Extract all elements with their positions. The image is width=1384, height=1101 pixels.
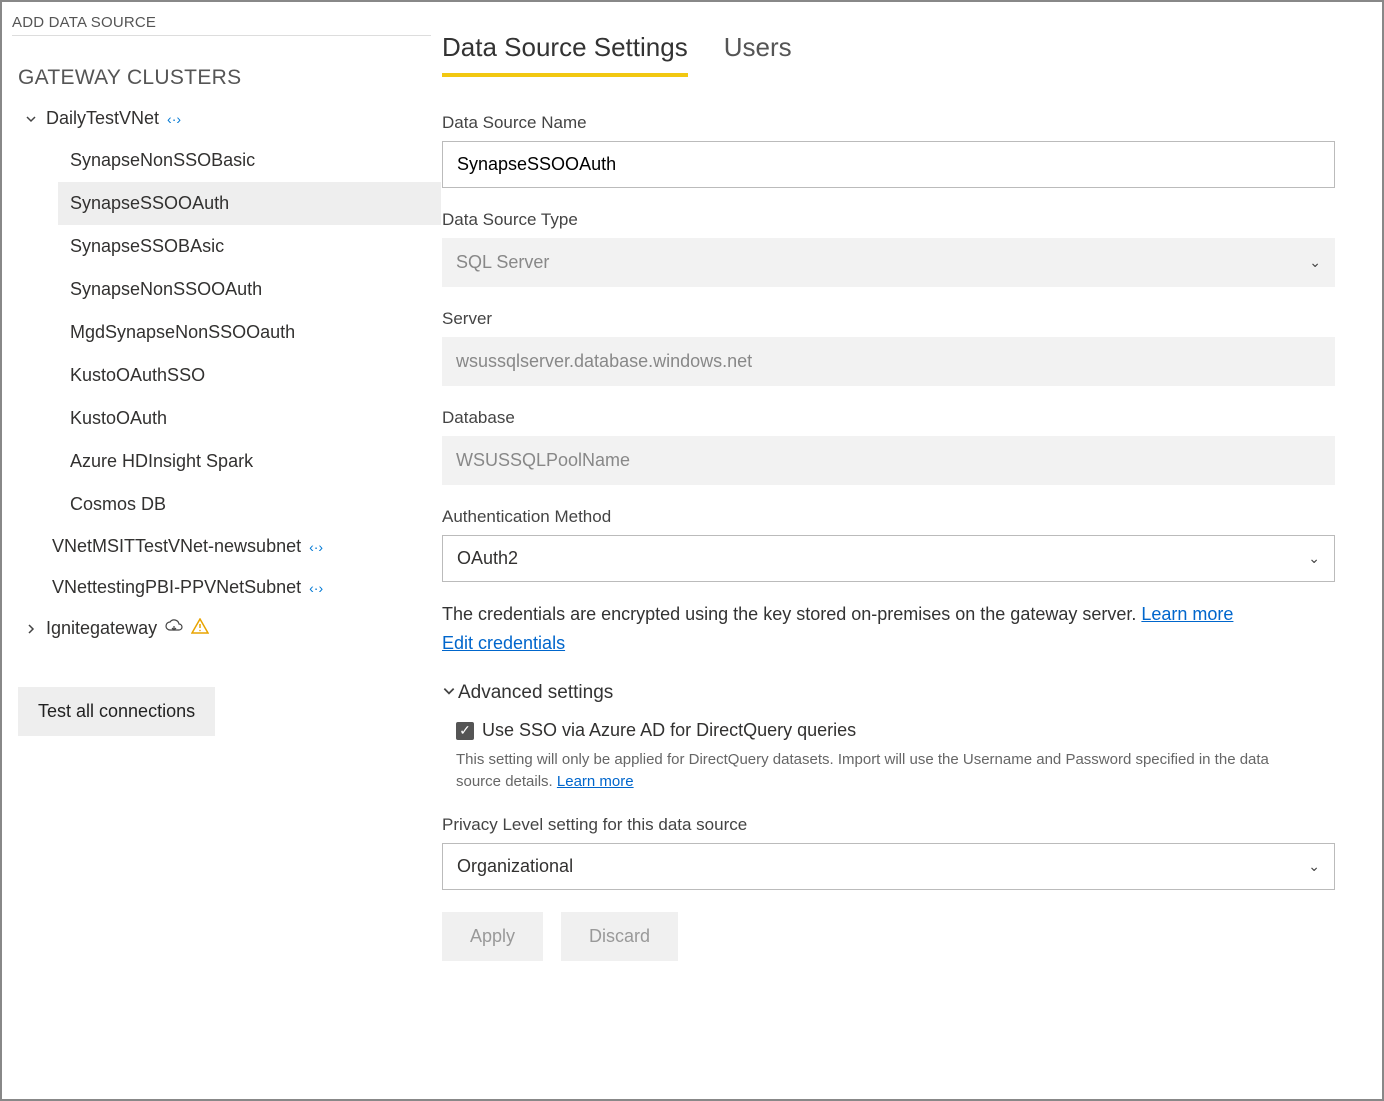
learn-more-link[interactable]: Learn more	[1141, 604, 1233, 624]
encryption-info: The credentials are encrypted using the …	[442, 604, 1354, 625]
sso-help-text: This setting will only be applied for Di…	[442, 749, 1307, 793]
privacy-level-select[interactable]: Organizational ⌄	[442, 843, 1335, 890]
learn-more-link[interactable]: Learn more	[557, 773, 634, 790]
add-data-source-link[interactable]: ADD DATA SOURCE	[2, 10, 441, 33]
chevron-down-icon	[442, 682, 456, 704]
label-server: Server	[442, 309, 1382, 329]
link-icon: ‹·›	[167, 111, 181, 127]
datasource-item[interactable]: SynapseNonSSOOAuth	[58, 268, 441, 311]
chevron-down-icon	[24, 112, 38, 126]
settings-form: Data Source Name Data Source Type SQL Se…	[442, 113, 1382, 961]
datasource-item[interactable]: KustoOAuthSSO	[58, 354, 441, 397]
encryption-text: The credentials are encrypted using the …	[442, 604, 1141, 624]
cluster-tree: DailyTestVNet ‹·› SynapseNonSSOBasic Syn…	[2, 98, 441, 649]
datasource-item[interactable]: Cosmos DB	[58, 483, 441, 526]
link-icon: ‹·›	[309, 539, 323, 555]
server-text: wsussqlserver.database.windows.net	[456, 351, 752, 372]
data-source-name-input[interactable]	[442, 141, 1335, 188]
datasource-item[interactable]: KustoOAuth	[58, 397, 441, 440]
tab-data-source-settings[interactable]: Data Source Settings	[442, 32, 688, 77]
checkbox-checked-icon[interactable]: ✓	[456, 722, 474, 740]
form-buttons: Apply Discard	[442, 912, 1382, 961]
datasource-item[interactable]: Azure HDInsight Spark	[58, 440, 441, 483]
label-auth-method: Authentication Method	[442, 507, 1382, 527]
server-value: wsussqlserver.database.windows.net	[442, 337, 1335, 386]
cluster-dailytestvnet[interactable]: DailyTestVNet ‹·›	[16, 98, 441, 139]
datasource-item-selected[interactable]: SynapseSSOOAuth	[58, 182, 441, 225]
sso-checkbox-label: Use SSO via Azure AD for DirectQuery que…	[482, 720, 856, 741]
advanced-settings-toggle[interactable]: Advanced settings	[442, 682, 1382, 704]
label-data-source-name: Data Source Name	[442, 113, 1382, 133]
datasource-item[interactable]: MgdSynapseNonSSOOauth	[58, 311, 441, 354]
privacy-level-value: Organizational	[457, 856, 573, 877]
cloud-icon	[165, 619, 183, 638]
tab-users[interactable]: Users	[724, 32, 792, 77]
auth-method-value: OAuth2	[457, 548, 518, 569]
cluster-label: VNettestingPBI-PPVNetSubnet	[52, 577, 301, 598]
cluster-vnetmsit[interactable]: VNetMSITTestVNet-newsubnet ‹·›	[16, 526, 441, 567]
sidebar: ADD DATA SOURCE GATEWAY CLUSTERS DailyTe…	[2, 2, 442, 1099]
sso-checkbox-row[interactable]: ✓ Use SSO via Azure AD for DirectQuery q…	[442, 720, 1382, 741]
chevron-down-icon: ⌄	[1308, 858, 1320, 875]
chevron-right-icon	[24, 622, 38, 636]
cluster-ignitegateway[interactable]: Ignitegateway	[16, 608, 441, 649]
link-icon: ‹·›	[309, 580, 323, 596]
gateway-clusters-title: GATEWAY CLUSTERS	[2, 50, 441, 98]
datasource-item[interactable]: SynapseNonSSOBasic	[58, 139, 441, 182]
label-privacy-level: Privacy Level setting for this data sour…	[442, 815, 1382, 835]
label-database: Database	[442, 408, 1382, 428]
cluster-label: DailyTestVNet	[46, 108, 159, 129]
apply-button[interactable]: Apply	[442, 912, 543, 961]
datasource-item[interactable]: SynapseSSOBAsic	[58, 225, 441, 268]
label-data-source-type: Data Source Type	[442, 210, 1382, 230]
chevron-down-icon: ⌄	[1308, 550, 1320, 567]
warning-icon	[191, 618, 209, 639]
tabs: Data Source Settings Users	[442, 32, 1382, 77]
discard-button[interactable]: Discard	[561, 912, 678, 961]
divider	[12, 35, 431, 36]
cluster-children: SynapseNonSSOBasic SynapseSSOOAuth Synap…	[16, 139, 441, 526]
database-text: WSUSSQLPoolName	[456, 450, 630, 471]
auth-method-select[interactable]: OAuth2 ⌄	[442, 535, 1335, 582]
cluster-vnettesting[interactable]: VNettestingPBI-PPVNetSubnet ‹·›	[16, 567, 441, 608]
test-all-connections-button[interactable]: Test all connections	[18, 687, 215, 736]
data-source-type-select[interactable]: SQL Server ⌄	[442, 238, 1335, 287]
chevron-down-icon: ⌄	[1309, 254, 1321, 271]
edit-credentials-link[interactable]: Edit credentials	[442, 633, 565, 654]
cluster-label: VNetMSITTestVNet-newsubnet	[52, 536, 301, 557]
main-panel: Data Source Settings Users Data Source N…	[442, 2, 1382, 1099]
database-value: WSUSSQLPoolName	[442, 436, 1335, 485]
cluster-label: Ignitegateway	[46, 618, 157, 639]
data-source-type-value: SQL Server	[456, 252, 549, 273]
advanced-settings-label: Advanced settings	[458, 682, 613, 704]
